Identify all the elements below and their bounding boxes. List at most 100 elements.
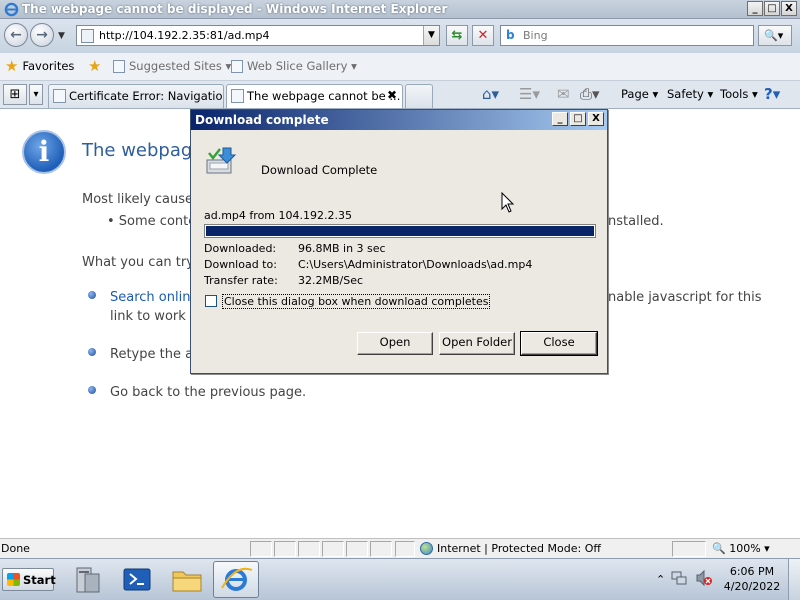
- back-button[interactable]: ←: [4, 23, 28, 47]
- dialog-close-icon[interactable]: X: [588, 112, 604, 126]
- address-dropdown-button[interactable]: ▼: [423, 26, 439, 45]
- start-label: Start: [23, 573, 56, 587]
- zoom-level[interactable]: 🔍 100% ▾: [712, 542, 770, 555]
- internet-explorer-icon: [221, 567, 253, 591]
- popup-blocker-icon[interactable]: [395, 541, 415, 557]
- error-page-title: The webpage: [82, 140, 204, 161]
- cause-item: • Some conte: [107, 214, 197, 229]
- suggested-sites-link[interactable]: Suggested Sites ▾: [113, 59, 231, 73]
- tools-menu[interactable]: Tools ▾: [720, 87, 758, 101]
- favorites-label: Favorites: [22, 59, 75, 73]
- address-bar[interactable]: http://104.192.2.35:81/ad.mp4 ▼: [76, 25, 440, 46]
- minimize-button[interactable]: _: [747, 1, 763, 16]
- volume-muted-icon[interactable]: [695, 570, 713, 586]
- print-icon[interactable]: ⎙▾: [580, 85, 600, 103]
- tab-row: ⊞ ▾ Certificate Error: Navigation ... Th…: [0, 81, 800, 109]
- web-slice-icon: [231, 59, 243, 73]
- favorites-star-icon: ★: [5, 57, 19, 75]
- help-icon[interactable]: ?▾: [764, 85, 780, 103]
- go-back-item: Go back to the previous page.: [110, 385, 307, 400]
- mouse-cursor-icon: [501, 192, 515, 213]
- close-button[interactable]: Close: [520, 331, 598, 356]
- what-you-can-try-heading: What you can try:: [82, 255, 198, 270]
- favorites-button[interactable]: ★ Favorites: [5, 57, 75, 75]
- tab-page-icon: [231, 89, 244, 103]
- download-progress-bar: [204, 224, 596, 238]
- favorites-bar: ★ Favorites ★ Suggested Sites ▾ Web Slic…: [0, 53, 800, 81]
- status-panel: [322, 541, 344, 557]
- show-desktop-button[interactable]: [788, 559, 800, 600]
- feeds-icon[interactable]: ☰▾: [519, 85, 540, 103]
- windows-logo-icon: [7, 573, 20, 586]
- open-button[interactable]: Open: [357, 332, 433, 355]
- compatibility-icon: ⇆: [451, 28, 463, 43]
- security-zone[interactable]: Internet | Protected Mode: Off: [420, 542, 601, 555]
- clock-date: 4/20/2022: [723, 580, 781, 593]
- home-icon[interactable]: ⌂▾: [482, 85, 499, 103]
- tab-certificate-error[interactable]: Certificate Error: Navigation ...: [48, 84, 224, 108]
- compatibility-view-button[interactable]: ⇆: [446, 25, 468, 46]
- taskbar-powershell[interactable]: [114, 561, 160, 598]
- powershell-icon: [123, 568, 151, 591]
- internet-globe-icon: [420, 542, 433, 555]
- address-url[interactable]: http://104.192.2.35:81/ad.mp4: [99, 29, 270, 42]
- search-online-link[interactable]: Search online: [110, 290, 198, 305]
- page-menu[interactable]: Page ▾: [621, 87, 658, 101]
- search-box[interactable]: b Bing: [500, 25, 754, 46]
- show-hidden-icons-button[interactable]: ⌃: [656, 573, 665, 586]
- tab-close-icon[interactable]: ✖: [387, 88, 397, 102]
- stop-button[interactable]: ✕: [472, 25, 494, 46]
- dialog-minimize-button[interactable]: _: [552, 112, 568, 126]
- tab-label: Certificate Error: Navigation ...: [69, 89, 224, 103]
- start-button[interactable]: Start: [2, 568, 56, 591]
- safety-menu[interactable]: Safety ▾: [667, 87, 713, 101]
- taskbar-internet-explorer[interactable]: [213, 561, 259, 598]
- taskbar-server-manager[interactable]: [64, 561, 110, 598]
- tab-list-button[interactable]: ▾: [29, 84, 43, 105]
- taskbar: Start ⌃ 6:06 PM 4/20/2022: [0, 558, 800, 600]
- status-panel: [346, 541, 368, 557]
- transfer-rate-label: Transfer rate:: [204, 274, 278, 287]
- tab-webpage-cannot-be-displayed[interactable]: The webpage cannot be ... ✖: [226, 84, 403, 108]
- read-mail-icon[interactable]: ✉: [557, 85, 570, 103]
- window-close-button[interactable]: X: [781, 1, 797, 16]
- status-panel: [370, 541, 392, 557]
- bullet-icon: [88, 291, 96, 299]
- web-slice-gallery-label: Web Slice Gallery ▾: [247, 59, 357, 73]
- network-icon[interactable]: [671, 570, 687, 586]
- clock[interactable]: 6:06 PM 4/20/2022: [722, 564, 782, 594]
- open-folder-button[interactable]: Open Folder: [439, 332, 515, 355]
- suggested-sites-label: Suggested Sites ▾: [129, 59, 232, 73]
- window-title: The webpage cannot be displayed - Window…: [22, 2, 448, 16]
- search-item-line2: link to work c: [110, 309, 198, 324]
- bullet-icon: [88, 348, 96, 356]
- search-button[interactable]: 🔍▾: [758, 25, 792, 46]
- suggested-sites-icon: [113, 59, 125, 73]
- dialog-maximize-button[interactable]: □: [570, 112, 586, 126]
- navigation-bar: ← → ▼ http://104.192.2.35:81/ad.mp4 ▼ ⇆ …: [0, 19, 800, 53]
- recent-pages-dropdown[interactable]: ▼: [58, 31, 65, 41]
- tab-label: The webpage cannot be ...: [247, 89, 401, 103]
- close-when-complete-checkbox[interactable]: [205, 295, 217, 307]
- forward-arrow-icon: →: [36, 27, 48, 43]
- search-item-tail: nable javascript for this: [608, 290, 762, 305]
- cause-item-tail: nstalled.: [608, 214, 664, 229]
- search-placeholder[interactable]: Bing: [523, 29, 548, 42]
- close-when-complete-label[interactable]: Close this dialog box when download comp…: [222, 294, 491, 309]
- taskbar-explorer[interactable]: [164, 561, 210, 598]
- clock-time: 6:06 PM: [729, 565, 775, 578]
- add-favorite-star-icon: ★: [88, 57, 102, 75]
- window-titlebar: The webpage cannot be displayed - Window…: [0, 0, 800, 19]
- quick-tabs-button[interactable]: ⊞: [3, 84, 27, 105]
- download-to-label: Download to:: [204, 258, 277, 271]
- add-to-favorites-bar-button[interactable]: ★: [88, 57, 102, 75]
- protected-mode-settings[interactable]: [672, 541, 706, 557]
- status-panel: [250, 541, 272, 557]
- search-icon: 🔍▾: [764, 29, 784, 42]
- new-tab-button[interactable]: [405, 84, 433, 108]
- forward-button[interactable]: →: [30, 23, 54, 47]
- server-manager-icon: [76, 567, 100, 593]
- status-panel: [274, 541, 296, 557]
- maximize-button[interactable]: □: [764, 1, 780, 16]
- web-slice-gallery-link[interactable]: Web Slice Gallery ▾: [231, 59, 357, 73]
